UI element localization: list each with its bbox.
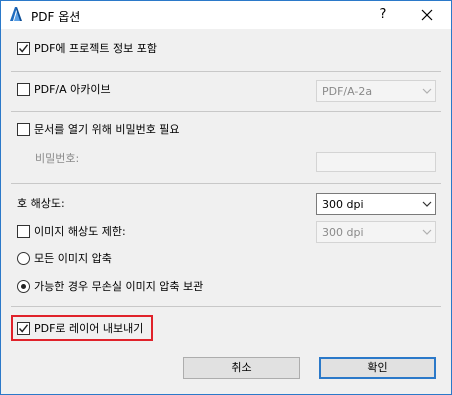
pdfa-archive-label: PDF/A 아카이브 (34, 83, 111, 96)
compress-all-option[interactable]: 모든 이미지 압축 (17, 249, 112, 267)
export-layers-checkbox[interactable] (17, 321, 30, 335)
divider (11, 306, 441, 307)
password-input[interactable] (316, 152, 436, 172)
image-resolution-value: 300 dpi (322, 225, 364, 239)
lossless-radio[interactable] (17, 279, 30, 293)
close-icon (421, 9, 433, 21)
dialog-content: PDF에 프로젝트 정보 포함 PDF/A 아카이브 PDF/A-2a 문서를 … (1, 29, 451, 394)
pdfa-archive-option[interactable]: PDF/A 아카이브 (17, 80, 111, 98)
resolution-select[interactable]: 300 dpi (316, 193, 436, 215)
export-layers-label: PDF로 레이어 내보내기 (34, 322, 144, 335)
password-label: 비밀번호: (35, 152, 80, 165)
lossless-option[interactable]: 가능한 경우 무손실 이미지 압축 보관 (17, 277, 203, 295)
password-required-label: 문서를 열기 위해 비밀번호 필요 (34, 123, 180, 136)
pdfa-archive-checkbox[interactable] (17, 82, 30, 96)
limit-image-resolution-option[interactable]: 이미지 해상도 제한: (17, 222, 126, 240)
window-title: PDF 옵션 (31, 10, 81, 24)
resolution-row: 호 해상도: (17, 194, 65, 212)
checkmark-icon (18, 323, 29, 333)
lossless-label: 가능한 경우 무손실 이미지 압축 보관 (34, 280, 204, 293)
divider (11, 111, 441, 112)
include-project-info-label: PDF에 프로젝트 정보 포함 (34, 42, 157, 55)
archicad-app-icon (8, 6, 24, 22)
chevron-down-icon (419, 194, 435, 214)
image-resolution-select[interactable]: 300 dpi (316, 221, 436, 243)
password-row: 비밀번호: (35, 149, 79, 167)
limit-image-resolution-label: 이미지 해상도 제한: (34, 225, 126, 238)
title-bar: PDF 옵션 ? (1, 1, 451, 29)
chevron-down-icon (419, 222, 435, 242)
checkmark-icon (18, 43, 29, 53)
ok-button[interactable]: 확인 (319, 357, 436, 379)
limit-image-resolution-checkbox[interactable] (17, 224, 30, 238)
divider (11, 183, 441, 184)
password-required-checkbox[interactable] (17, 122, 30, 136)
include-project-info-checkbox[interactable] (17, 41, 30, 55)
pdfa-level-value: PDF/A-2a (322, 84, 373, 98)
pdfa-level-select[interactable]: PDF/A-2a (316, 80, 436, 102)
export-layers-option[interactable]: PDF로 레이어 내보내기 (17, 319, 143, 337)
resolution-label: 호 해상도: (17, 197, 65, 210)
compress-all-radio[interactable] (17, 251, 30, 265)
chevron-down-icon (419, 81, 435, 101)
compress-all-label: 모든 이미지 압축 (34, 252, 112, 265)
cancel-button[interactable]: 취소 (183, 357, 300, 379)
close-button[interactable] (415, 5, 439, 25)
radio-selected-dot (21, 283, 26, 289)
resolution-value: 300 dpi (322, 197, 364, 211)
help-button[interactable]: ? (371, 5, 395, 25)
include-project-info-option[interactable]: PDF에 프로젝트 정보 포함 (17, 39, 157, 57)
password-required-option[interactable]: 문서를 열기 위해 비밀번호 필요 (17, 120, 180, 138)
divider (11, 71, 441, 72)
pdf-options-dialog: PDF 옵션 ? PDF에 프로젝트 정보 포함 PDF/A 아카이브 PDF/… (0, 0, 452, 395)
